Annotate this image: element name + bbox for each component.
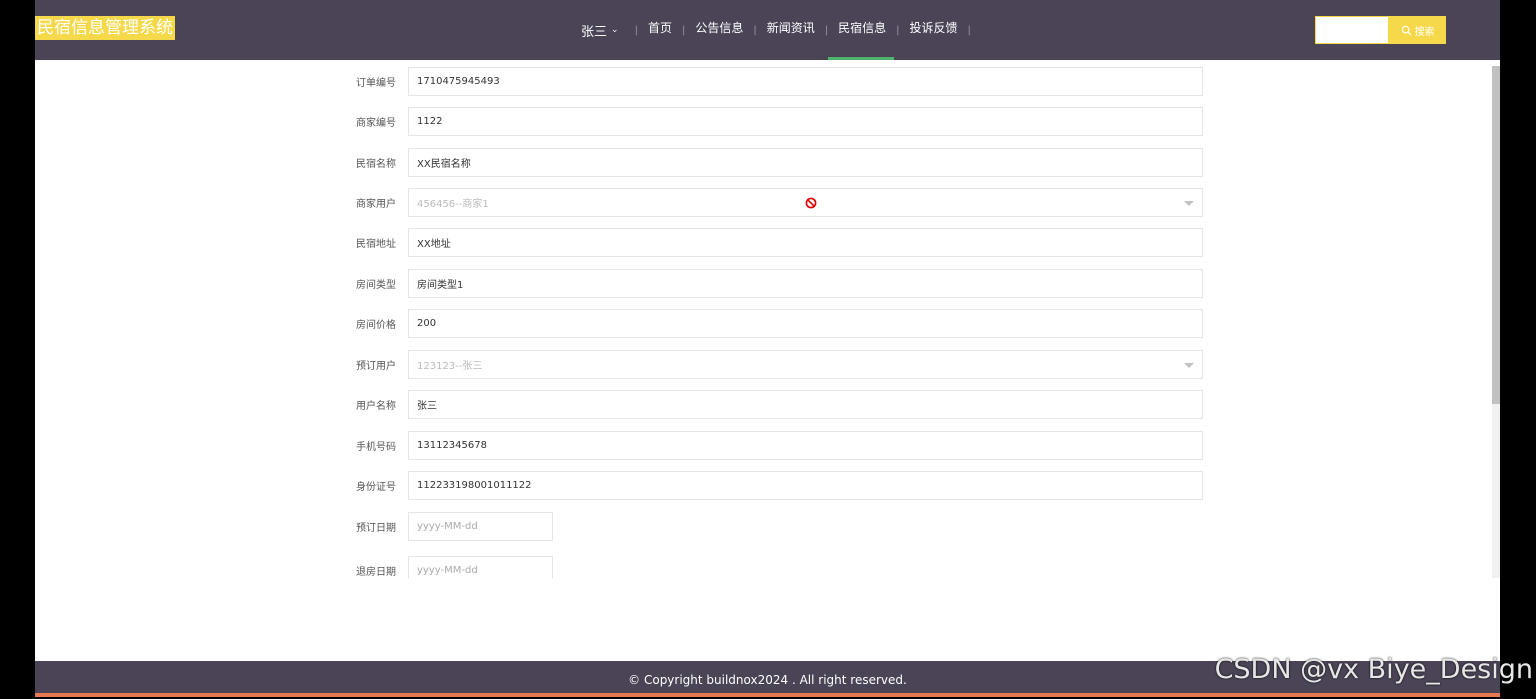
select-value: 123123--张三	[417, 361, 483, 372]
order-no-field[interactable]: 1710475945493	[408, 67, 1203, 96]
booking-date-field[interactable]: yyyy-MM-dd	[408, 512, 553, 541]
form-row-merchant-user: 商家用户 456456--商家1	[335, 188, 1203, 217]
date-placeholder: yyyy-MM-dd	[417, 521, 478, 532]
room-type-field[interactable]: 房间类型1	[408, 269, 1203, 298]
user-name-field[interactable]: 张三	[408, 390, 1203, 419]
select-value: 456456--商家1	[417, 199, 489, 210]
search-button[interactable]: 搜索	[1389, 16, 1446, 44]
field-label: 民宿地址	[356, 239, 396, 250]
field-label: 预订日期	[356, 523, 396, 534]
top-navbar: 民宿信息管理系统 张三 ⌄ | 首页 | 公告信息 | 新闻资讯 | 民宿信息 …	[35, 0, 1500, 60]
user-name: 张三	[581, 24, 608, 40]
page: 民宿信息管理系统 张三 ⌄ | 首页 | 公告信息 | 新闻资讯 | 民宿信息 …	[35, 0, 1500, 697]
form-row-order-no: 订单编号 1710475945493	[335, 67, 1203, 96]
nav-homestay-info[interactable]: 民宿信息	[828, 0, 895, 60]
phone-field[interactable]: 13112345678	[408, 431, 1203, 460]
site-logo[interactable]: 民宿信息管理系统	[35, 16, 175, 40]
form-row-phone: 手机号码 13112345678	[335, 431, 1203, 460]
nav-separator: |	[896, 24, 900, 36]
field-label: 订单编号	[356, 78, 396, 89]
form-row-room-price: 房间价格 200	[335, 309, 1203, 338]
booking-user-select[interactable]: 123123--张三	[408, 350, 1203, 379]
homestay-name-field[interactable]: XX民宿名称	[408, 148, 1203, 177]
form-row-booking-date: 预订日期 yyyy-MM-dd	[335, 512, 553, 541]
form-row-room-type: 房间类型 房间类型1	[335, 269, 1203, 298]
id-card-field[interactable]: 112233198001011122	[408, 471, 1203, 500]
dropdown-arrow-icon	[1184, 201, 1194, 206]
address-field[interactable]: XX地址	[408, 228, 1203, 257]
order-form: 订单编号 1710475945493 商家编号 1122 民宿名称 XX民宿名称…	[35, 60, 1492, 578]
user-menu[interactable]: 张三 ⌄	[581, 21, 619, 40]
form-row-merchant-no: 商家编号 1122	[335, 107, 1203, 136]
form-row-address: 民宿地址 XX地址	[335, 228, 1203, 257]
field-label: 预订用户	[356, 361, 396, 372]
copyright-text: © Copyright buildnox2024 . All right res…	[628, 673, 907, 687]
date-placeholder: yyyy-MM-dd	[417, 565, 478, 576]
nav-separator: |	[824, 24, 829, 36]
field-label: 退房日期	[356, 567, 396, 578]
field-label: 商家用户	[356, 199, 396, 210]
nav-separator: |	[967, 24, 971, 36]
field-label: 房间价格	[356, 320, 396, 331]
checkout-date-field[interactable]: yyyy-MM-dd	[408, 556, 553, 578]
room-price-field[interactable]: 200	[408, 309, 1203, 338]
scrollbar-thumb[interactable]	[1492, 66, 1500, 404]
nav-complaints[interactable]: 投诉反馈	[906, 0, 962, 60]
field-label: 商家编号	[356, 118, 396, 129]
scrollbar[interactable]	[1492, 66, 1500, 578]
field-label: 民宿名称	[356, 159, 396, 170]
nav-home[interactable]: 首页	[644, 0, 676, 60]
main-nav: 张三 ⌄ | 首页 | 公告信息 | 新闻资讯 | 民宿信息 | 投诉反馈 |	[581, 0, 977, 60]
nav-separator: |	[753, 24, 757, 36]
merchant-user-select[interactable]: 456456--商家1	[408, 188, 1203, 217]
field-label: 手机号码	[356, 442, 396, 453]
nav-separator: |	[681, 24, 686, 36]
dropdown-arrow-icon	[1184, 363, 1194, 368]
not-allowed-icon	[805, 197, 817, 209]
field-label: 房间类型	[356, 280, 396, 291]
merchant-no-field[interactable]: 1122	[408, 107, 1203, 136]
form-row-id-card: 身份证号 112233198001011122	[335, 471, 1203, 500]
form-row-checkout-date: 退房日期 yyyy-MM-dd	[335, 556, 553, 578]
search-icon	[1401, 25, 1411, 35]
field-label: 身份证号	[356, 482, 396, 493]
nav-separator: |	[634, 24, 638, 36]
form-row-booking-user: 预订用户 123123--张三	[335, 350, 1203, 379]
form-row-user-name: 用户名称 张三	[335, 390, 1203, 419]
nav-announcements[interactable]: 公告信息	[691, 0, 747, 60]
nav-news[interactable]: 新闻资讯	[763, 0, 819, 60]
chevron-down-icon: ⌄	[611, 25, 619, 35]
search-button-label: 搜索	[1414, 26, 1435, 38]
watermark: CSDN @vx Biye_Design	[1214, 654, 1533, 685]
field-label: 用户名称	[356, 401, 396, 412]
form-row-homestay-name: 民宿名称 XX民宿名称	[335, 148, 1203, 177]
footer-accent-line	[35, 693, 1500, 697]
search-input[interactable]	[1315, 16, 1389, 44]
